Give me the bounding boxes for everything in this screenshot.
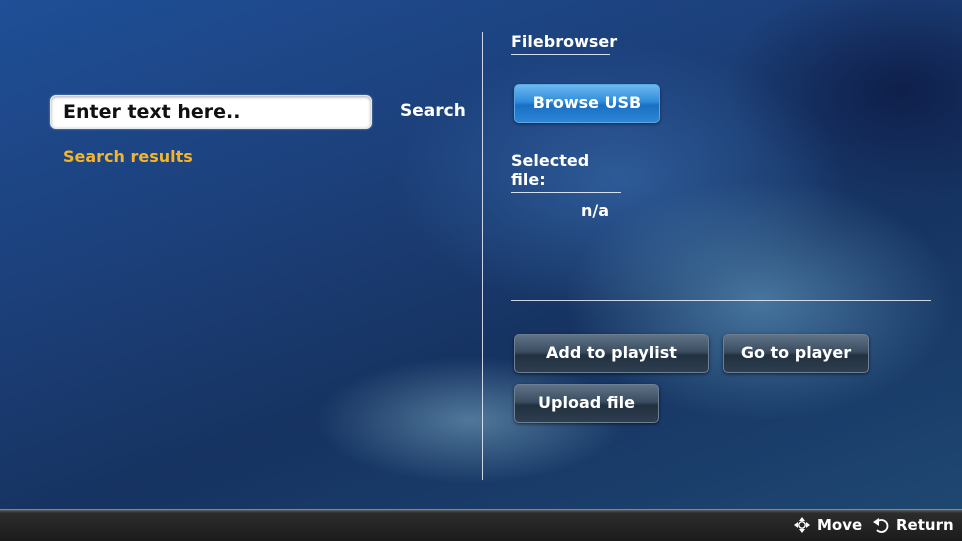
move-hint[interactable]: Move bbox=[793, 515, 862, 535]
bottom-hint-bar: Move Return bbox=[0, 509, 962, 541]
return-hint[interactable]: Return bbox=[872, 515, 954, 535]
selected-file-value: n/a bbox=[581, 201, 610, 220]
app-screen: Search Search results Filebrowser Browse… bbox=[0, 0, 962, 541]
horizontal-divider bbox=[511, 300, 931, 301]
browse-usb-button[interactable]: Browse USB bbox=[514, 84, 660, 123]
upload-file-button[interactable]: Upload file bbox=[514, 384, 659, 423]
search-button[interactable]: Search bbox=[396, 98, 470, 124]
vertical-divider bbox=[482, 32, 483, 480]
search-input[interactable] bbox=[50, 95, 372, 129]
return-icon bbox=[872, 516, 890, 534]
filebrowser-heading: Filebrowser bbox=[511, 32, 617, 55]
go-to-player-button[interactable]: Go to player bbox=[723, 334, 869, 373]
selected-file-heading: Selected file: bbox=[511, 151, 621, 193]
move-hint-label: Move bbox=[817, 516, 863, 534]
search-results-label: Search results bbox=[63, 147, 193, 166]
add-to-playlist-button[interactable]: Add to playlist bbox=[514, 334, 709, 373]
return-hint-label: Return bbox=[896, 516, 954, 534]
move-arrows-icon bbox=[793, 516, 811, 534]
